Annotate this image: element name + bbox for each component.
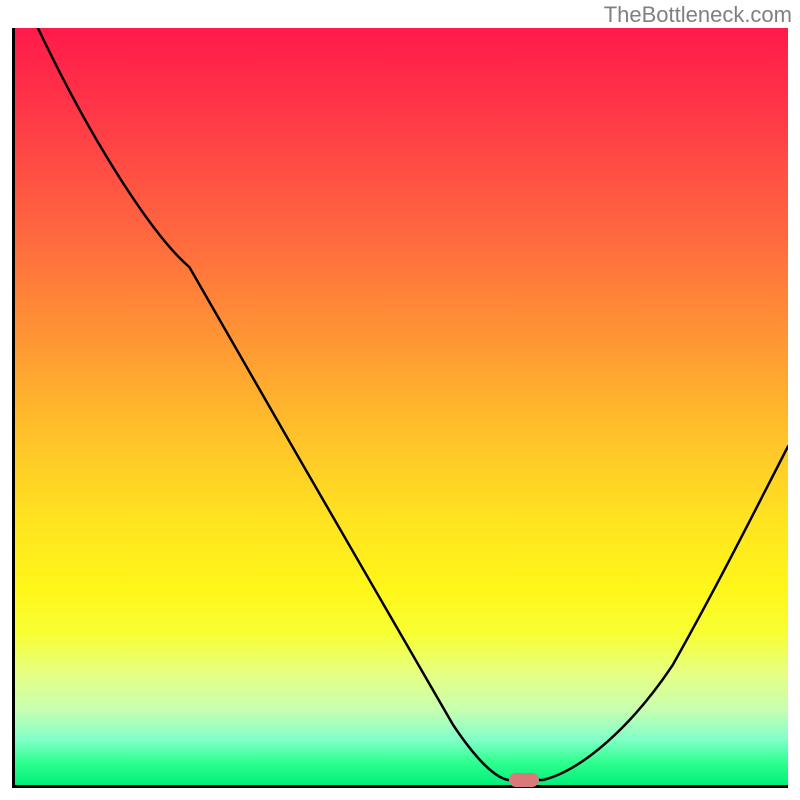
- bottleneck-curve: [15, 28, 788, 785]
- attribution-text: TheBottleneck.com: [604, 2, 792, 28]
- chart-area: [12, 28, 788, 788]
- optimal-marker: [509, 773, 539, 787]
- curve-path: [38, 28, 788, 780]
